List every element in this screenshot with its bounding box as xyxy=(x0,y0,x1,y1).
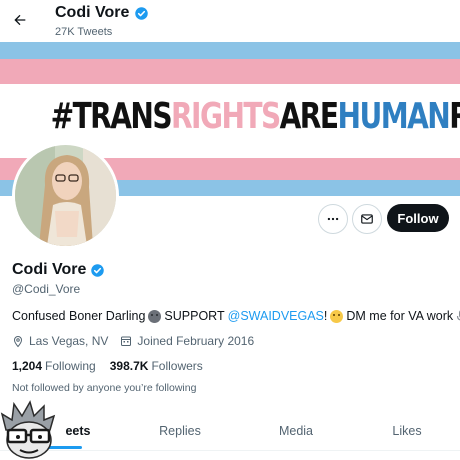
profile-meta: Las Vegas, NV Joined February 2016 xyxy=(12,334,266,348)
tab-media-label: Media xyxy=(278,424,314,438)
following-count: 1,204 xyxy=(12,359,43,373)
top-bar: Codi Vore 27K Tweets xyxy=(0,0,460,42)
more-dots-icon xyxy=(327,217,339,221)
more-options-button[interactable] xyxy=(318,204,348,234)
bio-text-4: DM me for VA work xyxy=(346,309,454,323)
follow-stats: 1,204 Following 398.7K Followers xyxy=(12,359,203,373)
arrow-left-icon xyxy=(14,14,26,26)
not-followed-notice: Not followed by anyone you’re following xyxy=(12,382,197,394)
bio-text-3: ! xyxy=(323,309,328,323)
mascot-overlay xyxy=(0,400,58,460)
tab-replies-label: Replies xyxy=(159,424,201,438)
display-name-text: Codi Vore xyxy=(12,261,87,278)
profile-handle: @Codi_Vore xyxy=(12,282,81,296)
bio-text-2: SUPPORT xyxy=(164,309,225,323)
back-button[interactable] xyxy=(8,8,32,32)
joined-date: Joined February 2016 xyxy=(120,334,254,348)
face-emoji-icon xyxy=(148,309,162,323)
avatar-photo xyxy=(15,145,116,246)
banner-text-are: ARE xyxy=(279,96,339,137)
bio-text-1: Confused Boner Darling xyxy=(12,309,146,323)
banner-text-rights-1: RIGHTS xyxy=(171,96,281,137)
followers-label: Followers xyxy=(151,359,203,373)
display-name: Codi Vore xyxy=(12,261,105,279)
banner-stripe-blue-top xyxy=(0,42,460,59)
tab-likes-label: Likes xyxy=(392,424,422,438)
verified-badge-icon xyxy=(135,6,149,20)
tab-replies[interactable]: Replies xyxy=(140,412,220,450)
tweet-count: 27K Tweets xyxy=(55,26,113,38)
calendar-icon xyxy=(121,336,132,346)
verified-badge-icon xyxy=(91,263,105,277)
banner-text-human: HUMAN xyxy=(337,96,451,137)
follow-button[interactable]: Follow xyxy=(387,204,449,232)
microphone-icon xyxy=(457,310,460,320)
following-label: Following xyxy=(45,359,96,373)
tab-likes[interactable]: Likes xyxy=(367,412,447,450)
smiley-emoji-icon xyxy=(330,309,344,323)
followers-count: 398.7K xyxy=(109,359,149,373)
followers-link[interactable]: 398.7K Followers xyxy=(110,359,203,373)
banner-text-rights-2: RIGHTS xyxy=(449,96,460,137)
envelope-icon xyxy=(361,214,373,224)
profile-avatar[interactable] xyxy=(12,142,119,249)
tab-media[interactable]: Media xyxy=(256,412,336,450)
location-text: Las Vegas, NV xyxy=(29,334,109,348)
location-pin-icon xyxy=(13,335,23,347)
joined-text: Joined February 2016 xyxy=(137,334,255,348)
banner-slogan: #TRANSRIGHTSAREHUMANRIGHTS xyxy=(50,96,460,137)
header-name-text: Codi Vore xyxy=(55,4,130,21)
header-name: Codi Vore xyxy=(55,4,149,22)
location: Las Vegas, NV xyxy=(12,334,108,348)
banner-text-trans: #TRANS xyxy=(50,96,173,137)
following-link[interactable]: 1,204 Following xyxy=(12,359,96,373)
profile-bio: Confused Boner Darling SUPPORT @SWAIDVEG… xyxy=(12,309,460,323)
profile-tabs: eets Replies Media Likes xyxy=(0,412,460,450)
cartoon-face-icon xyxy=(0,400,56,459)
banner-stripe-pink-top xyxy=(0,59,460,84)
bio-mention-link[interactable]: @SWAIDVEGAS xyxy=(228,309,324,323)
message-button[interactable] xyxy=(352,204,382,234)
tabs-divider xyxy=(0,450,460,451)
